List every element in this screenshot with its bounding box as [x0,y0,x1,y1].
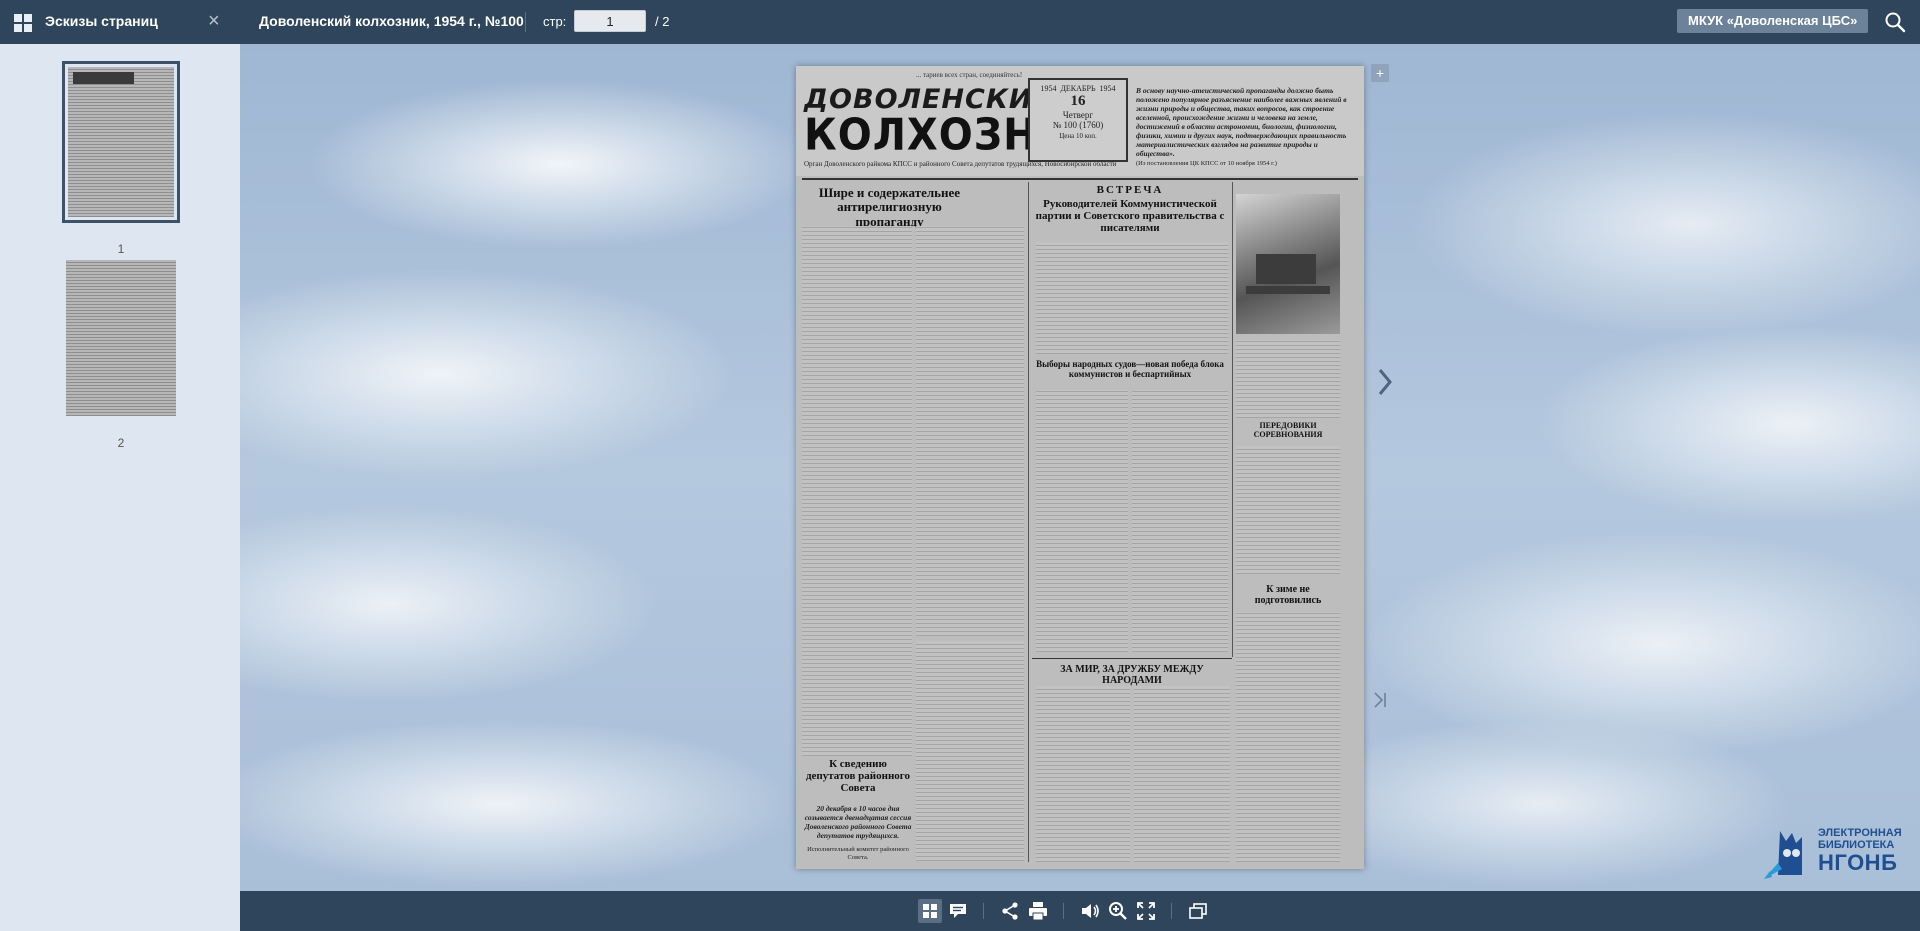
headline-peace: ЗА МИР, ЗА ДРУЖБУ МЕЖДУ НАРОДАМИ [1060,664,1204,686]
column-divider [1232,182,1233,657]
bottom-toolbar [240,891,1920,931]
logo-text: ЭЛЕКТРОННАЯ БИБЛИОТЕКА НГОНБ [1818,827,1902,875]
owl-logo-icon [1764,831,1802,879]
headline-elections: Выборы народных судов—новая победа блока… [1036,359,1224,379]
headline-left-article: Шире и содержательнее антирелигиозную пр… [818,185,961,229]
page-label: стр: [543,14,567,29]
article-text-block [1036,242,1228,354]
toolbar-divider [983,903,984,919]
section-rule [1032,658,1232,659]
notice-text: 20 декабря в 10 часов дня созывается две… [804,804,912,840]
page-thumbnail-1[interactable]: 1 [62,61,180,256]
column-divider [1028,182,1029,862]
document-viewer[interactable]: ... тариев всех стран, соединяйтесь! ДОВ… [240,44,1920,891]
thumbnails-panel-title: Эскизы страниц [45,13,158,29]
page-number-input[interactable] [574,10,646,32]
article-text-column [1236,446,1340,574]
toolbar-divider [1171,903,1172,919]
newspaper-tagline: ... тариев всех стран, соединяйтесь! [916,71,1023,79]
quote-text: В основу научно-атеистической пропаганды… [1136,86,1347,158]
date-month: ДЕКАБРЬ [1060,84,1096,93]
article-text-column [1134,686,1230,862]
article-text-column [916,641,1024,861]
date-year-left: 1954 [1040,84,1057,93]
page-total: / 2 [655,14,670,29]
copy-icon[interactable] [1186,899,1210,923]
article-text-column [1132,390,1228,652]
masthead-quote: В основу научно-атеистической пропаганды… [1136,86,1356,168]
print-icon[interactable] [1026,899,1050,923]
quote-source: (Из постановления ЦК КПСС от 10 ноября 1… [1136,160,1277,167]
article-text-column [1236,612,1340,862]
masthead-rule [802,178,1358,180]
date-year-right: 1954 [1099,84,1116,93]
date-day: 16 [1070,93,1086,109]
headline-meeting-kicker: ВСТРЕЧА [1096,184,1164,196]
newspaper-photo [1236,194,1340,334]
thumbnail-number: 2 [117,436,125,450]
headline-advanced-workers: ПЕРЕДОВИКИ СОРЕВНОВАНИЯ [1253,421,1323,439]
newspaper-page[interactable]: ... тариев всех стран, соединяйтесь! ДОВ… [796,66,1364,869]
thumbnail-image [68,67,174,217]
sound-icon[interactable] [1078,899,1102,923]
article-text-column [802,226,912,756]
search-icon[interactable] [1884,11,1906,33]
share-icon[interactable] [998,899,1022,923]
notice-signature: Исполнительный комитет районного Совета. [807,846,909,861]
thumbnail-number: 1 [117,242,125,256]
comments-icon[interactable] [946,899,970,923]
thumbnails-sidebar: 1 2 [0,44,240,931]
page-thumbnail-2[interactable]: 2 [62,258,180,450]
thumbnail-frame [62,61,180,223]
document-title: Доволенский колхозник, 1954 г., №100 [259,13,524,29]
thumbnail-image [66,260,176,416]
photo-caption [1236,340,1340,418]
next-page-icon[interactable] [1370,362,1400,402]
thumbnails-icon[interactable] [918,899,942,923]
headline-winter: К зиме не подготовились [1254,584,1322,606]
headline-notice: К сведению депутатов районного Совета [805,758,911,795]
library-logo[interactable]: ЭЛЕКТРОННАЯ БИБЛИОТЕКА НГОНБ [1762,827,1912,887]
top-bar: Эскизы страниц × Доволенский колхозник, … [0,0,1920,44]
toolbar-divider [1063,903,1064,919]
headline-meeting: Руководителей Коммунистической партии и … [1035,198,1225,235]
last-page-icon[interactable] [1370,690,1390,710]
article-text-column [916,226,1024,636]
article-text-column [1036,390,1128,652]
organization-button[interactable]: МКУК «Доволенская ЦБС» [1677,9,1869,33]
thumbnail-frame [64,258,176,416]
issue-number: № 100 (1760) [1052,120,1104,130]
fullscreen-icon[interactable] [1134,899,1158,923]
grid-icon[interactable] [14,14,32,32]
add-bookmark-icon[interactable]: + [1371,64,1389,82]
divider [525,12,526,32]
article-text-column [1036,686,1130,862]
logo-line3: НГОНБ [1818,850,1898,875]
date-weekday: Четверг [1062,110,1094,120]
issue-price: Цена 10 коп. [1059,132,1097,140]
issue-date-box: 1954 ДЕКАБРЬ 1954 16 Четверг № 100 (1760… [1028,78,1128,162]
masthead: ... тариев всех стран, соединяйтесь! ДОВ… [796,66,1364,176]
close-icon[interactable]: × [208,9,220,33]
logo-line1: ЭЛЕКТРОННАЯ [1818,827,1902,839]
zoom-in-icon[interactable] [1106,899,1130,923]
